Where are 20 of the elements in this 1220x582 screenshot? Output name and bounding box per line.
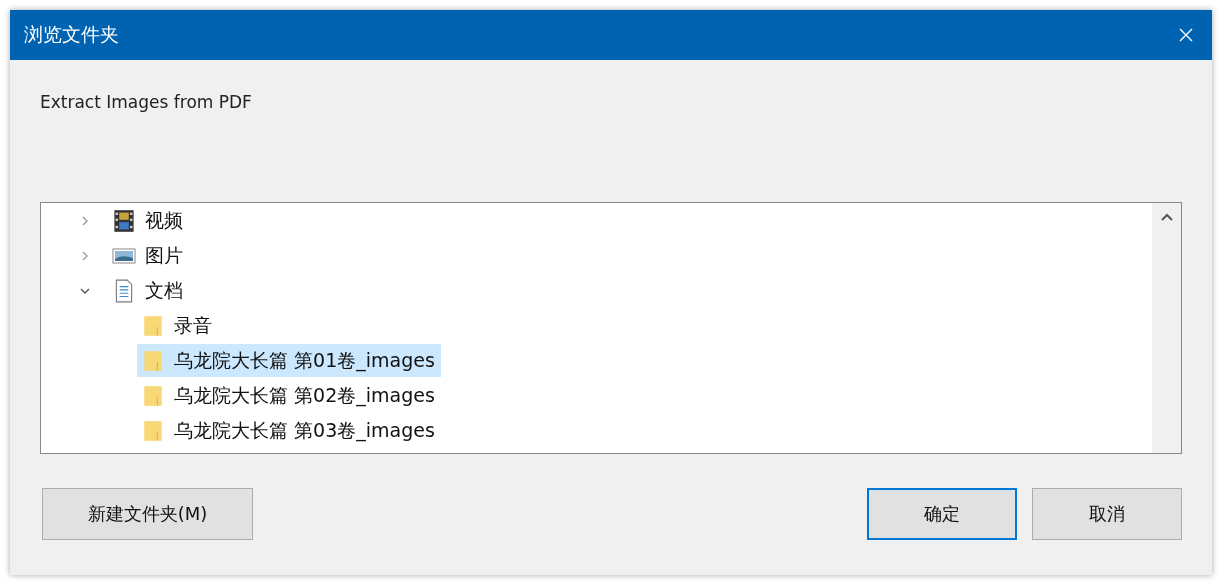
folder-icon (141, 313, 165, 338)
folder-icon (141, 418, 165, 443)
tree-item[interactable]: 视频 (108, 204, 189, 237)
description-text: Extract Images from PDF (40, 92, 252, 112)
ok-button[interactable]: 确定 (867, 488, 1017, 540)
tree-item[interactable]: 文档 (108, 274, 189, 307)
window-title: 浏览文件夹 (24, 22, 120, 47)
tree-item[interactable]: 乌龙院大长篇 第01卷_images (137, 344, 441, 377)
folder-icon (141, 383, 165, 408)
scrollbar[interactable] (1152, 203, 1181, 453)
tree-item[interactable]: 图片 (108, 239, 189, 272)
close-icon[interactable] (1178, 27, 1194, 43)
scroll-up-icon[interactable] (1160, 213, 1173, 221)
film-icon (112, 208, 136, 233)
new-folder-button[interactable]: 新建文件夹(M) (42, 488, 253, 540)
tree-item[interactable]: 乌龙院大长篇 第02卷_images (137, 379, 441, 412)
folder-icon (141, 348, 165, 373)
cancel-button[interactable]: 取消 (1032, 488, 1182, 540)
tree-item[interactable]: 乌龙院大长篇 第03卷_images (137, 414, 441, 447)
tree-item[interactable]: 录音 (137, 309, 218, 342)
